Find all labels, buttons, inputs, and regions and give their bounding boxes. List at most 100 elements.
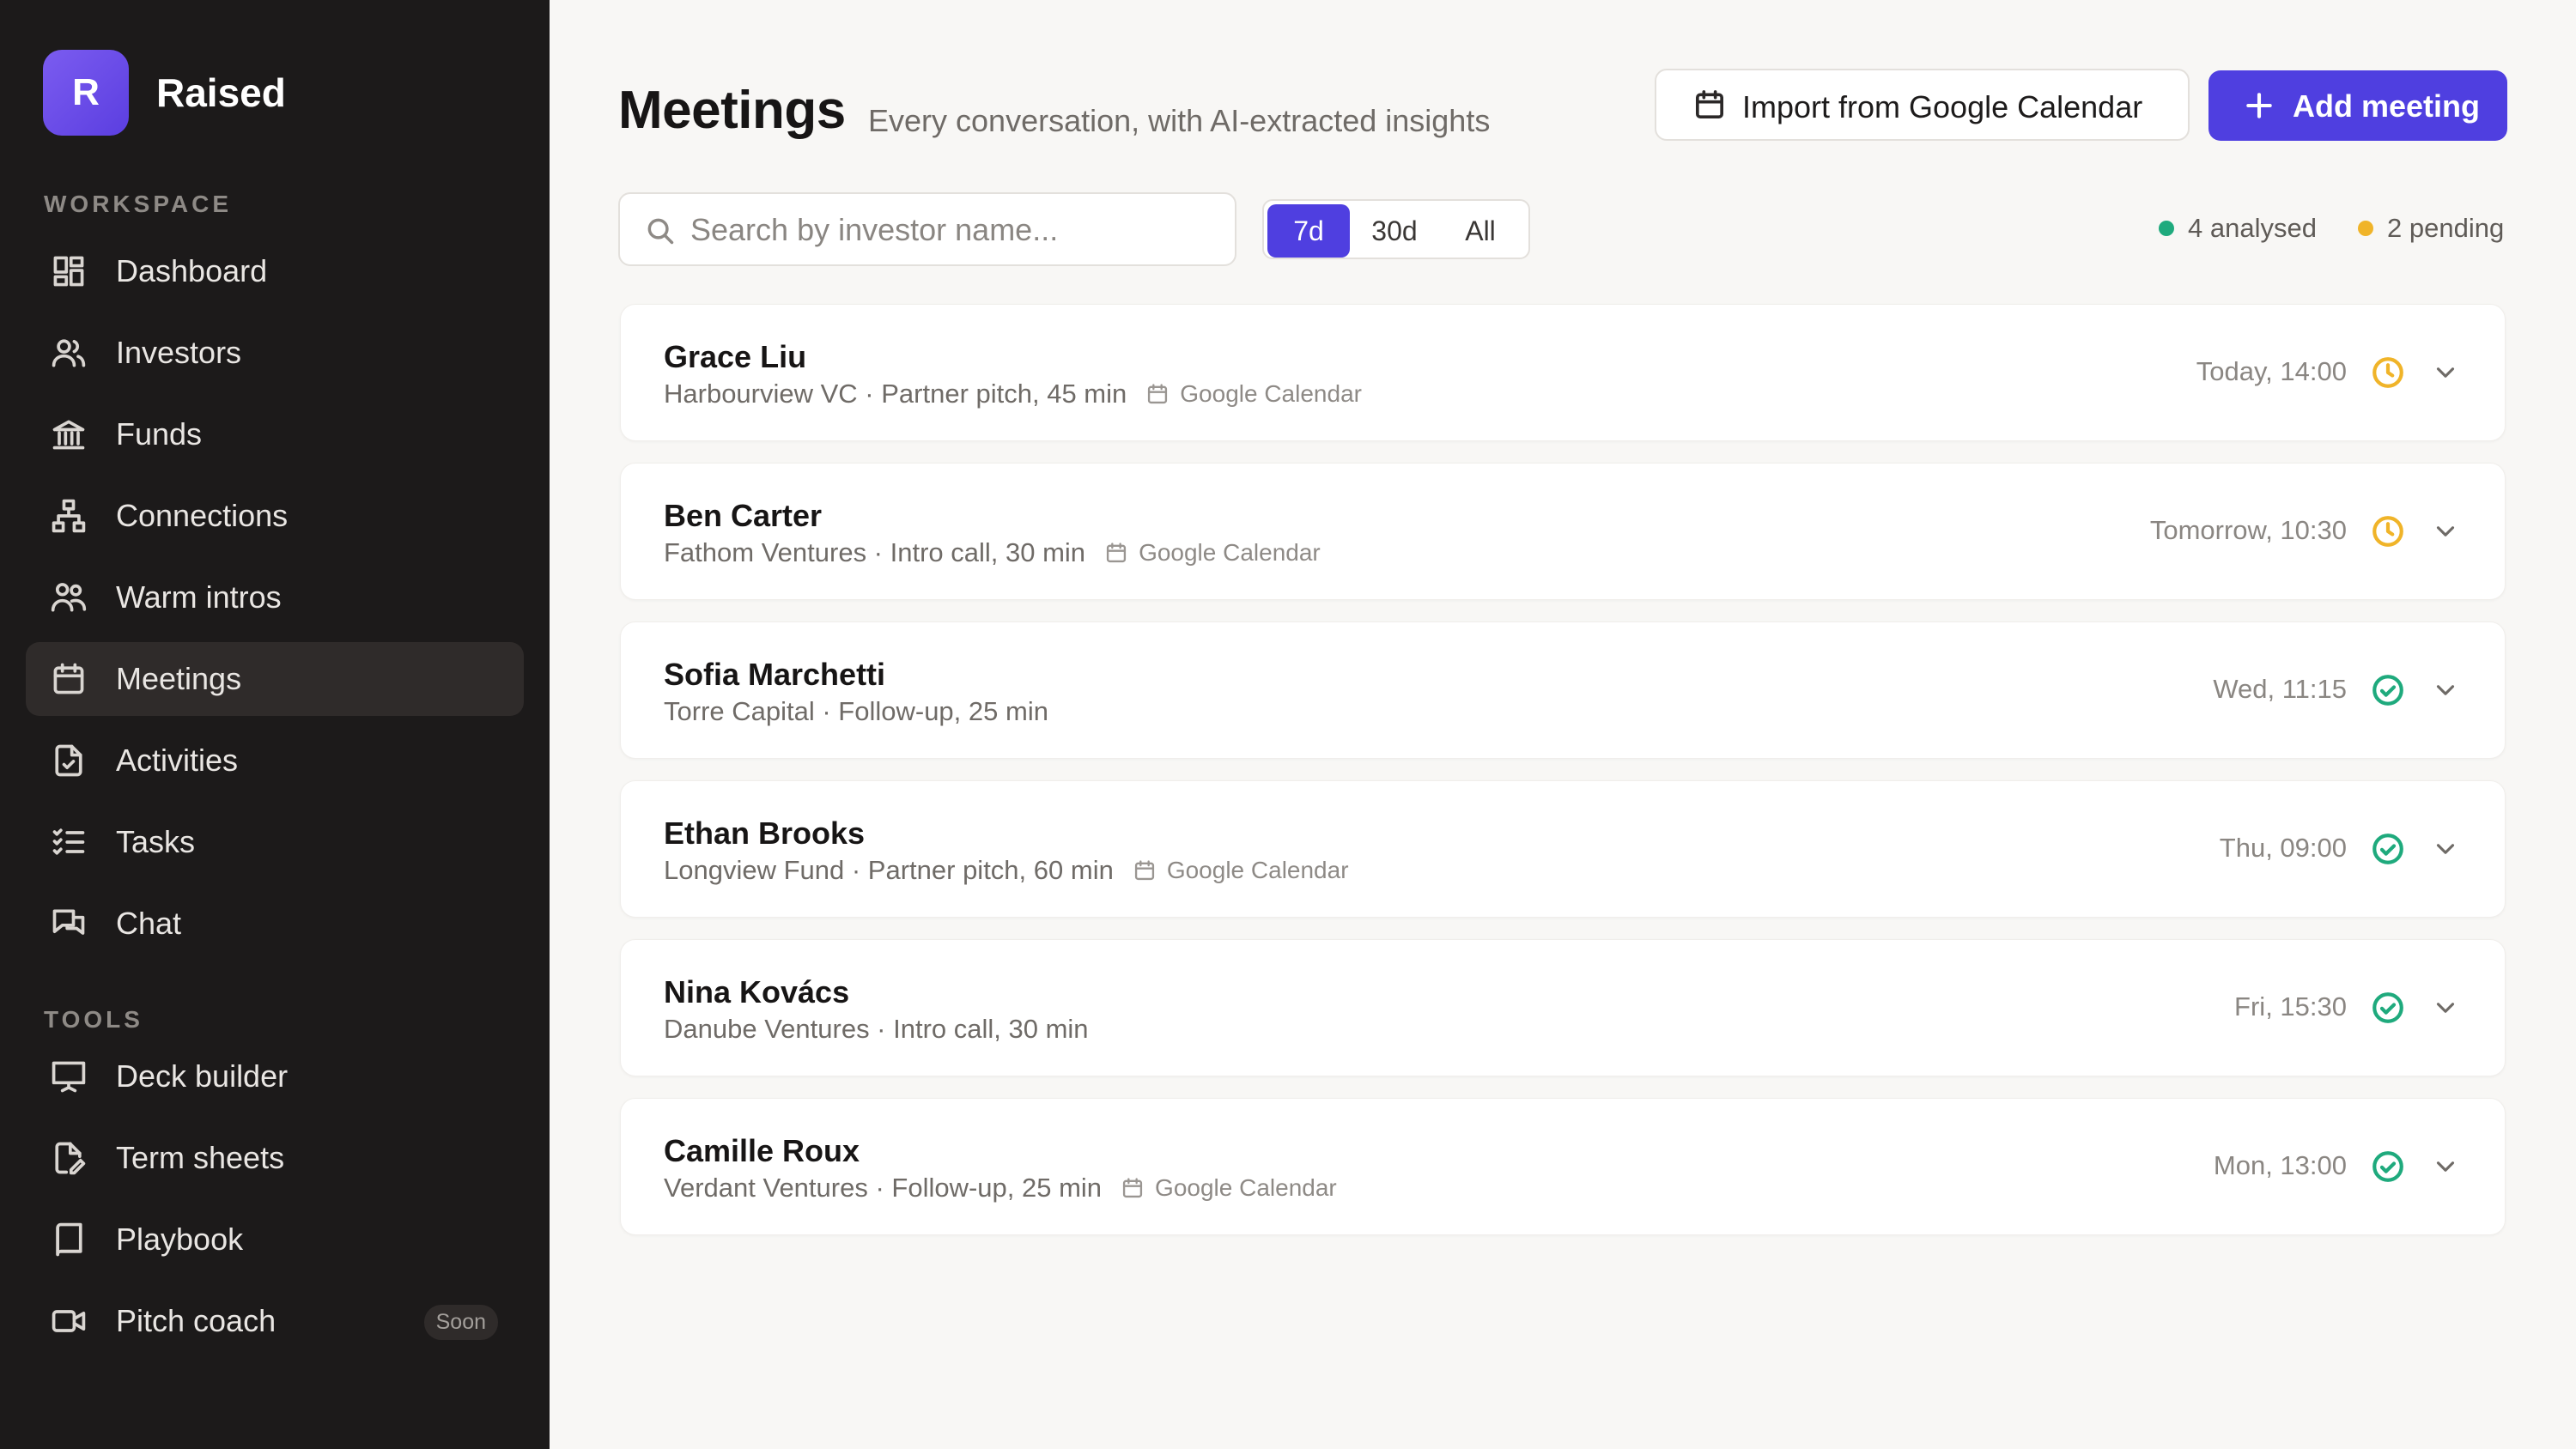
meeting-meta: Danube Ventures · Intro call, 30 min: [664, 1014, 1089, 1045]
sidebar: R Raised WORKSPACE Dashboard Investors F…: [0, 0, 550, 1449]
sidebar-item-meetings[interactable]: Meetings: [26, 642, 524, 716]
meeting-details: Fathom Ventures · Intro call, 30 min: [664, 537, 1086, 567]
search-input[interactable]: [690, 209, 1206, 251]
calendar-source-label: Google Calendar: [1139, 539, 1321, 566]
sidebar-item-label: Funds: [116, 416, 203, 452]
pending-count: 2 pending: [2387, 213, 2505, 243]
sidebar-item-connections[interactable]: Connections: [26, 479, 524, 553]
sidebar-item-label: Warm intros: [116, 579, 282, 615]
list-check-icon: [50, 823, 88, 861]
people-icon: [50, 579, 88, 616]
calendar-source-label: Google Calendar: [1166, 857, 1349, 883]
video-icon: [50, 1302, 88, 1340]
calendar-icon: [1121, 1176, 1145, 1200]
brand[interactable]: R Raised: [43, 50, 286, 136]
meeting-card[interactable]: Ben Carter Fathom Ventures · Intro call,…: [620, 463, 2506, 600]
sidebar-item-term-sheets[interactable]: Term sheets: [26, 1121, 524, 1195]
analysed-summary: 4 analysed: [2159, 213, 2317, 244]
network-icon: [50, 497, 88, 535]
meeting-card[interactable]: Grace Liu Harbourview VC · Partner pitch…: [620, 304, 2506, 441]
chevron-down-icon[interactable]: [2431, 517, 2460, 546]
meeting-card[interactable]: Camille Roux Verdant Ventures · Follow-u…: [620, 1098, 2506, 1235]
sidebar-item-tasks[interactable]: Tasks: [26, 805, 524, 879]
sidebar-item-chat[interactable]: Chat: [26, 887, 524, 961]
sidebar-item-deck-builder[interactable]: Deck builder: [26, 1040, 524, 1113]
search-icon: [644, 215, 677, 247]
chevron-down-icon[interactable]: [2431, 358, 2460, 387]
sidebar-item-pitch-coach[interactable]: Pitch coach Soon: [26, 1284, 524, 1358]
filter-7d[interactable]: 7d: [1267, 204, 1350, 258]
clock-icon: [2370, 355, 2406, 391]
soon-badge: Soon: [423, 1305, 498, 1340]
investor-name: Sofia Marchetti: [664, 657, 886, 692]
meeting-time: Wed, 11:15: [2213, 674, 2347, 704]
calendar-source-label: Google Calendar: [1180, 380, 1362, 407]
filter-all[interactable]: All: [1439, 204, 1522, 258]
check-circle-icon: [2370, 1149, 2406, 1185]
search-box: [618, 192, 1236, 266]
check-circle-icon: [2370, 990, 2406, 1026]
meeting-time: Mon, 13:00: [2213, 1150, 2347, 1180]
sidebar-item-label: Dashboard: [116, 253, 268, 288]
meeting-meta: Longview Fund · Partner pitch, 60 min Go…: [664, 855, 1349, 886]
add-meeting-button[interactable]: Add meeting: [2208, 70, 2507, 141]
sidebar-item-label: Playbook: [116, 1222, 244, 1257]
calendar-icon: [50, 660, 88, 698]
sidebar-item-dashboard[interactable]: Dashboard: [26, 234, 524, 308]
file-check-icon: [50, 742, 88, 779]
meeting-card[interactable]: Sofia Marchetti Torre Capital · Follow-u…: [620, 621, 2506, 759]
clock-icon: [2370, 513, 2406, 549]
calendar-source-label: Google Calendar: [1155, 1174, 1337, 1201]
chevron-down-icon[interactable]: [2431, 1152, 2460, 1181]
investor-name: Grace Liu: [664, 339, 807, 374]
presentation-icon: [50, 1058, 88, 1095]
meeting-details: Longview Fund · Partner pitch, 60 min: [664, 855, 1114, 885]
sidebar-item-warm-intros[interactable]: Warm intros: [26, 561, 524, 634]
meeting-card[interactable]: Nina Kovács Danube Ventures · Intro call…: [620, 939, 2506, 1076]
pending-dot: [2358, 221, 2373, 236]
sidebar-item-label: Deck builder: [116, 1058, 289, 1094]
chevron-down-icon[interactable]: [2431, 993, 2460, 1022]
check-circle-icon: [2370, 672, 2406, 708]
chevron-down-icon[interactable]: [2431, 676, 2460, 705]
investor-name: Ethan Brooks: [664, 815, 866, 851]
sidebar-item-investors[interactable]: Investors: [26, 316, 524, 390]
meeting-meta: Fathom Ventures · Intro call, 30 min Goo…: [664, 537, 1321, 568]
meeting-time: Today, 14:00: [2196, 356, 2347, 386]
calendar-source: Google Calendar: [1104, 539, 1321, 567]
meeting-meta: Harbourview VC · Partner pitch, 45 min G…: [664, 379, 1362, 409]
page-title: Meetings: [618, 81, 846, 140]
sidebar-item-label: Meetings: [116, 661, 242, 696]
section-label-tools: TOOLS: [44, 1006, 143, 1033]
calendar-icon: [1145, 382, 1170, 406]
sidebar-item-label: Investors: [116, 335, 242, 370]
sidebar-item-playbook[interactable]: Playbook: [26, 1203, 524, 1276]
sidebar-item-activities[interactable]: Activities: [26, 724, 524, 797]
meeting-card[interactable]: Ethan Brooks Longview Fund · Partner pit…: [620, 780, 2506, 918]
logo: R: [43, 50, 129, 136]
sidebar-item-label: Activities: [116, 743, 239, 778]
sidebar-item-label: Tasks: [116, 824, 196, 859]
meeting-time: Thu, 09:00: [2219, 833, 2347, 863]
import-google-calendar-button[interactable]: Import from Google Calendar: [1655, 69, 2190, 141]
investor-name: Ben Carter: [664, 498, 823, 533]
bank-icon: [50, 415, 88, 453]
filter-30d[interactable]: 30d: [1353, 204, 1436, 258]
page-subtitle: Every conversation, with AI-extracted in…: [868, 103, 1491, 138]
meeting-details: Harbourview VC · Partner pitch, 45 min: [664, 379, 1127, 409]
date-range-filter: 7d 30d All: [1262, 199, 1530, 259]
chat-icon: [50, 905, 88, 943]
sidebar-item-label: Pitch coach: [116, 1303, 276, 1338]
plus-icon: [2243, 89, 2275, 122]
meeting-meta: Torre Capital · Follow-up, 25 min: [664, 696, 1048, 727]
chevron-down-icon[interactable]: [2431, 834, 2460, 864]
calendar-source: Google Calendar: [1133, 857, 1349, 884]
sidebar-item-funds[interactable]: Funds: [26, 397, 524, 471]
import-button-label: Import from Google Calendar: [1742, 89, 2143, 124]
app-name: Raised: [156, 70, 286, 115]
meeting-details: Torre Capital · Follow-up, 25 min: [664, 696, 1048, 726]
meeting-details: Danube Ventures · Intro call, 30 min: [664, 1014, 1089, 1044]
analysed-count: 4 analysed: [2188, 213, 2317, 243]
analysed-dot: [2159, 221, 2174, 236]
users-icon: [50, 334, 88, 372]
